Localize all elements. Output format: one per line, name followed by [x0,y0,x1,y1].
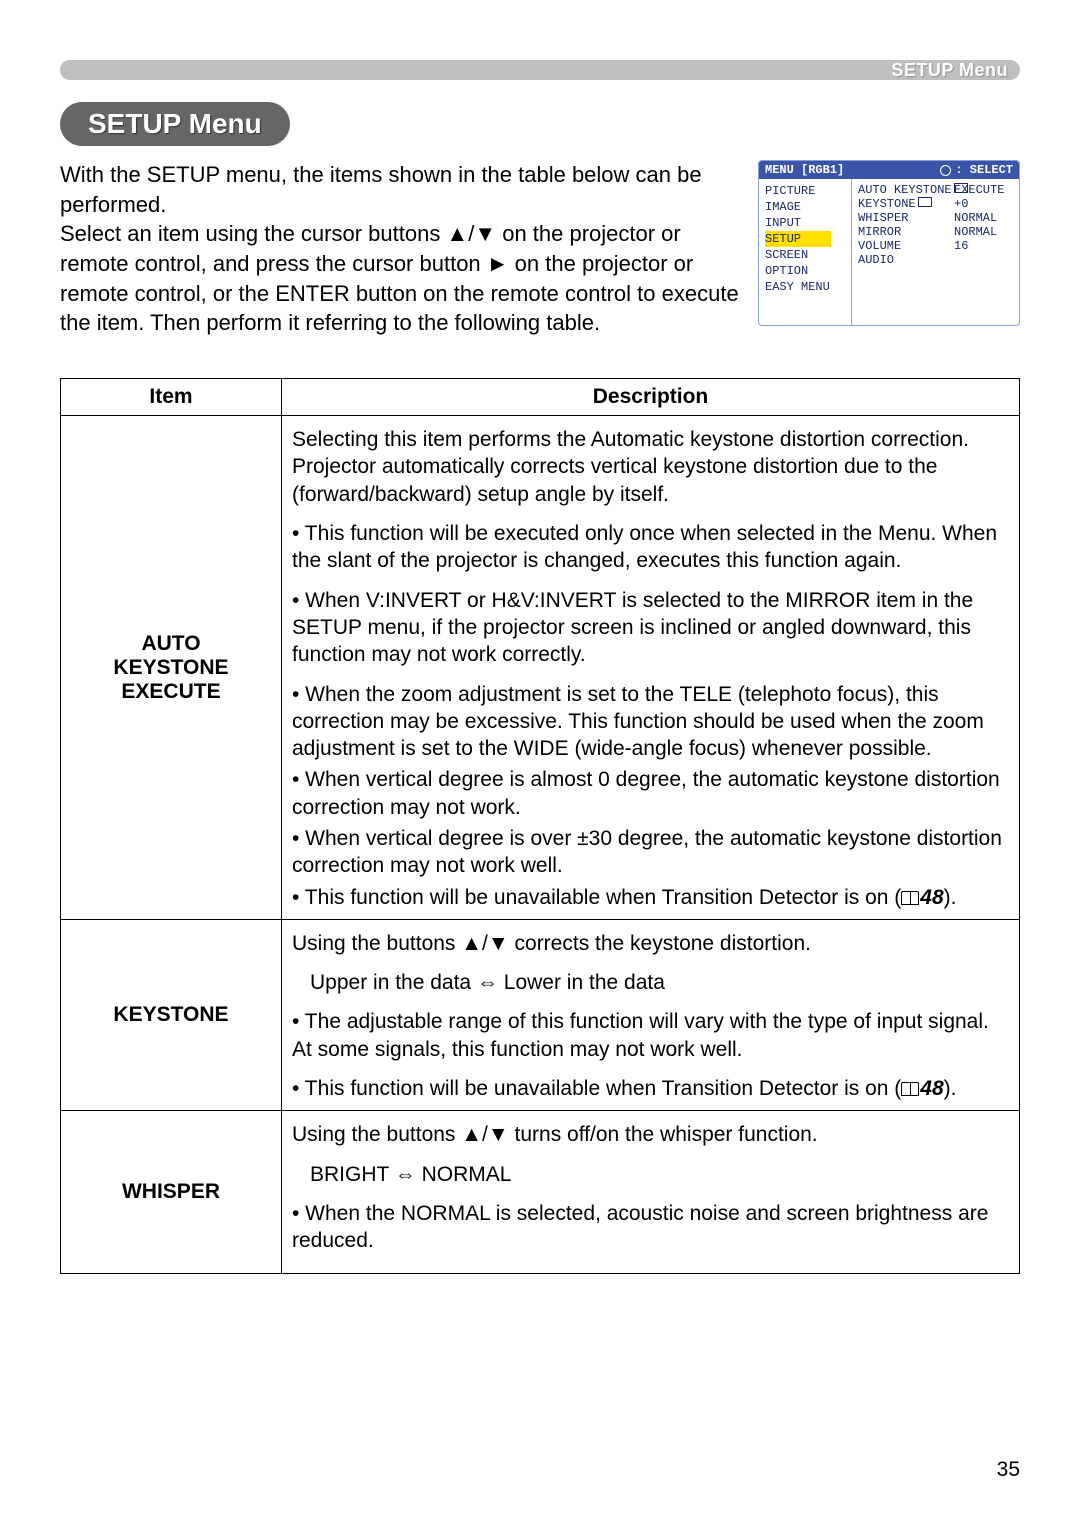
osd-right-column: AUTO KEYSTONEEXECUTE KEYSTONE +0 WHISPERN… [852,179,1019,325]
table-row: AUTOKEYSTONEEXECUTE Selecting this item … [61,416,1020,920]
osd-row-value: 16 [954,239,1015,253]
desc-paragraph: BRIGHT ⇔ NORMAL [292,1161,1009,1188]
osd-left-item: IMAGE [765,199,851,215]
book-icon [901,891,919,905]
item-cell-keystone: KEYSTONE [61,919,282,1110]
desc-paragraph: • When V:INVERT or H&V:INVERT is selecte… [292,587,1009,669]
keystone-icon [918,197,932,207]
header-section-label: SETUP Menu [891,60,1008,80]
osd-row-value: +0 [954,197,1015,211]
desc-paragraph: • When vertical degree is over ±30 degre… [292,825,1009,880]
osd-left-item: PICTURE [765,183,851,199]
osd-screenshot: MENU [RGB1] : SELECT PICTURE IMAGE INPUT… [758,160,1020,326]
osd-row-value: EXECUTE [954,183,1015,197]
osd-row-value [954,253,1015,267]
osd-left-item-selected: SETUP [765,231,831,247]
desc-paragraph: Using the buttons ▲/▼ corrects the keyst… [292,930,1009,957]
page-number: 35 [997,1458,1020,1482]
osd-left-item: SCREEN [765,247,851,263]
osd-row-label: MIRROR [858,225,954,239]
osd-left-column: PICTURE IMAGE INPUT SETUP SCREEN OPTION … [759,179,852,325]
osd-menu-label: MENU [RGB1] [765,163,844,177]
intro-paragraph-1: With the SETUP menu, the items shown in … [60,160,740,219]
page-title-pill: SETUP Menu [60,102,290,146]
item-cell-auto-keystone: AUTOKEYSTONEEXECUTE [61,416,282,920]
osd-row-label: KEYSTONE [858,197,916,211]
osd-select-label: : SELECT [955,163,1013,177]
desc-paragraph: Upper in the data ⇔ Lower in the data [292,969,1009,996]
page-title: SETUP Menu [88,108,262,139]
desc-paragraph: • When the zoom adjustment is set to the… [292,681,1009,763]
desc-paragraph: • When vertical degree is almost 0 degre… [292,766,1009,821]
desc-paragraph: • This function will be executed only on… [292,520,1009,575]
desc-paragraph: • The adjustable range of this function … [292,1008,1009,1063]
desc-paragraph: Using the buttons ▲/▼ turns off/on the w… [292,1121,1009,1148]
osd-left-item: EASY MENU [765,279,851,295]
desc-paragraph: • This function will be unavailable when… [292,884,1009,911]
osd-row-value: NORMAL [954,211,1015,225]
osd-row-label: AUTO KEYSTONE [858,183,952,197]
osd-left-item: OPTION [765,263,851,279]
table-row: KEYSTONE Using the buttons ▲/▼ corrects … [61,919,1020,1110]
th-description: Description [282,379,1020,416]
setup-table: Item Description AUTOKEYSTONEEXECUTE Sel… [60,378,1020,1273]
desc-paragraph: • When the NORMAL is selected, acoustic … [292,1200,1009,1255]
osd-row-label: AUDIO [858,253,954,267]
table-row: WHISPER Using the buttons ▲/▼ turns off/… [61,1111,1020,1273]
header-bar: SETUP Menu [60,60,1020,80]
osd-row-value: NORMAL [954,225,1015,239]
dpad-icon [940,165,951,176]
osd-left-item: INPUT [765,215,851,231]
osd-row-label: VOLUME [858,239,954,253]
desc-paragraph: • This function will be unavailable when… [292,1075,1009,1102]
desc-paragraph: Selecting this item performs the Automat… [292,426,1009,508]
osd-row-label: WHISPER [858,211,954,225]
intro-paragraph-2: Select an item using the cursor buttons … [60,219,740,338]
book-icon [901,1082,919,1096]
th-item: Item [61,379,282,416]
item-cell-whisper: WHISPER [61,1111,282,1273]
